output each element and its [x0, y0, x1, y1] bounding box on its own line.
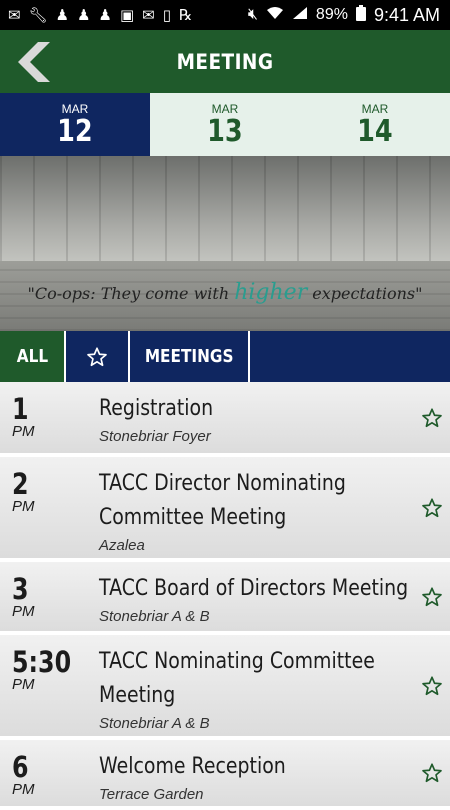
filter-bar: ALL MEETINGS — [0, 331, 450, 382]
date-tab-mar-13[interactable]: MAR 13 — [150, 93, 300, 156]
favorite-button[interactable] — [420, 674, 444, 698]
filter-meetings-label: MEETINGS — [144, 346, 234, 367]
star-outline-icon — [87, 346, 107, 366]
chess-pawn-icon: ♟ — [98, 7, 112, 24]
event-title: Welcome Reception — [99, 754, 286, 779]
event-time-ampm: PM — [12, 423, 35, 440]
list-item[interactable]: 5:30 PM TACC Nominating Committee Meetin… — [0, 635, 450, 740]
list-item[interactable]: 2 PM TACC Director Nominating Committee … — [0, 457, 450, 562]
chevron-left-icon — [18, 42, 50, 82]
date-tab-day: 14 — [357, 113, 393, 149]
chess-pawn-icon: ♟ — [77, 7, 91, 24]
event-location: Azalea — [99, 537, 145, 554]
date-tab-day: 13 — [207, 113, 243, 149]
event-time: 2 PM — [12, 469, 92, 515]
event-time-ampm: PM — [12, 498, 35, 515]
event-list: 1 PM Registration Stonebriar Foyer 2 PM … — [0, 382, 450, 810]
signal-icon — [292, 6, 308, 25]
list-item[interactable]: 3 PM TACC Board of Directors Meeting Sto… — [0, 562, 450, 635]
message-icon: ✉ — [8, 7, 21, 24]
image-icon: ▣ — [119, 7, 135, 24]
list-item[interactable]: 1 PM Registration Stonebriar Foyer — [0, 382, 450, 457]
wifi-icon — [266, 6, 284, 25]
mute-icon: 🔇︎ — [247, 6, 258, 23]
event-time-number: 3 — [12, 572, 29, 606]
back-button[interactable] — [10, 40, 54, 84]
quote-text-start: "Co-ops: They come with — [27, 284, 235, 303]
favorite-button[interactable] — [420, 406, 444, 430]
tablet-icon: ▯ — [162, 7, 172, 24]
star-outline-icon — [422, 763, 442, 783]
app-header: MEETING — [0, 30, 450, 93]
banner-quote: "Co-ops: They come with higher expectati… — [0, 280, 450, 305]
star-outline-icon — [422, 586, 442, 606]
event-time-number: 6 — [12, 750, 29, 784]
event-title: TACC Director Nominating Committee Meeti… — [99, 471, 346, 530]
clock: 9:41 AM — [373, 4, 440, 25]
status-bar: ✉ 🔧︎ ♟ ♟ ♟ ▣ ✉ ▯ ℞ 🔇︎ 89% 9:41 AM — [0, 0, 450, 30]
star-outline-icon — [422, 675, 442, 695]
battery-percent: 89% — [315, 6, 348, 23]
quote-text-end: expectations" — [307, 284, 423, 303]
event-time-number: 1 — [12, 392, 29, 426]
favorite-button[interactable] — [420, 496, 444, 520]
quote-accent-word: higher — [234, 280, 308, 305]
event-time-ampm: PM — [12, 781, 35, 798]
filter-all-label: ALL — [16, 346, 48, 367]
mail-icon: ✉ — [142, 7, 155, 24]
date-tab-mar-14[interactable]: MAR 14 — [300, 93, 450, 156]
battery-icon — [355, 4, 366, 26]
event-title: Registration — [99, 396, 214, 421]
filter-all-tab[interactable]: ALL — [0, 331, 66, 382]
filter-meetings-tab[interactable]: MEETINGS — [130, 331, 250, 382]
banner-image: "Co-ops: They come with higher expectati… — [0, 156, 450, 331]
event-location: Stonebriar A & B — [99, 608, 210, 625]
event-title: TACC Nominating Committee Meeting — [99, 649, 375, 708]
notification-icons: ✉ 🔧︎ ♟ ♟ ♟ ▣ ✉ ▯ ℞ — [8, 6, 192, 24]
filter-favorites-tab[interactable] — [66, 331, 130, 382]
event-title: TACC Board of Directors Meeting — [99, 576, 409, 601]
favorite-button[interactable] — [420, 585, 444, 609]
event-time-number: 5:30 — [12, 645, 72, 679]
page-title: MEETING — [176, 49, 274, 74]
prescription-icon: ℞ — [179, 7, 193, 24]
event-time: 3 PM — [12, 574, 92, 620]
event-location: Terrace Garden — [99, 786, 204, 803]
event-time-ampm: PM — [12, 603, 35, 620]
chess-pawn-icon: ♟ — [55, 7, 70, 24]
wrench-icon: 🔧︎ — [28, 7, 48, 24]
event-location: Stonebriar Foyer — [99, 428, 211, 445]
date-tab-day: 12 — [57, 113, 93, 149]
event-time: 6 PM — [12, 752, 92, 798]
event-time-number: 2 — [12, 467, 29, 501]
favorite-button[interactable] — [420, 761, 444, 785]
star-outline-icon — [422, 407, 442, 427]
date-tab-mar-12[interactable]: MAR 12 — [0, 93, 150, 156]
event-time-ampm: PM — [12, 676, 35, 693]
event-time: 1 PM — [12, 394, 92, 440]
event-time: 5:30 PM — [12, 647, 92, 693]
star-outline-icon — [422, 497, 442, 517]
date-tabs: MAR 12 MAR 13 MAR 14 — [0, 93, 450, 156]
event-location: Stonebriar A & B — [99, 715, 210, 732]
